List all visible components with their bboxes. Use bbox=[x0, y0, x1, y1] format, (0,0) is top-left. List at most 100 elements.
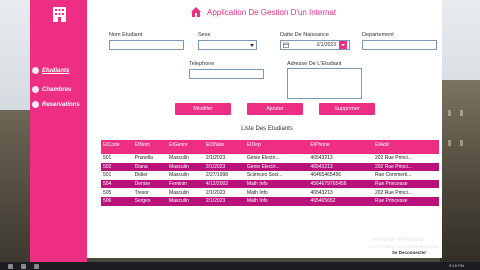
table-cell: 506 bbox=[101, 196, 133, 206]
column-header[interactable]: EtGenre bbox=[167, 140, 204, 150]
column-header[interactable]: EtCode bbox=[101, 140, 133, 150]
table-cell: 2/1/2023 bbox=[203, 188, 245, 197]
calendar-icon bbox=[32, 101, 39, 108]
table-cell: 505 bbox=[101, 188, 133, 197]
column-header[interactable]: EtDNais bbox=[203, 140, 245, 150]
table-cell: Rue Princesse bbox=[372, 179, 439, 189]
sidebar-item-etudiants[interactable]: Etudiants bbox=[32, 67, 69, 74]
table-cell: Masculin bbox=[167, 154, 204, 163]
table-cell: Masculin bbox=[167, 188, 204, 197]
header: Application De Gestion D'un Internat bbox=[190, 6, 336, 18]
building-icon bbox=[53, 7, 66, 22]
window-decoration bbox=[448, 140, 451, 146]
table-cell: Rue Princesse bbox=[372, 196, 439, 206]
sidebar-item-label: Etudiants bbox=[42, 67, 70, 74]
telephone-label: Telephone bbox=[189, 61, 215, 67]
table-cell: Genie Electri... bbox=[244, 154, 309, 163]
calendar-icon bbox=[283, 42, 289, 48]
table-cell: 465465652 bbox=[308, 196, 373, 206]
sidebar-item-label: Reservations bbox=[42, 101, 80, 108]
app-icon[interactable] bbox=[34, 263, 39, 269]
ajouter-button[interactable]: Ajouter bbox=[247, 103, 303, 115]
date-label: Datte De Naissance bbox=[280, 32, 329, 38]
table-cell: 46543213 bbox=[308, 188, 373, 197]
activation-watermark-sub: Go to Settings to activate Windows. bbox=[368, 244, 440, 249]
modifier-button[interactable]: Modifier bbox=[175, 103, 231, 115]
sexe-select[interactable] bbox=[198, 40, 257, 50]
sidebar-item-reservations[interactable]: Reservations bbox=[32, 101, 80, 108]
activation-watermark-title: Activate Windows bbox=[372, 236, 424, 243]
table-cell: Masculin bbox=[167, 196, 204, 206]
home-icon bbox=[191, 7, 201, 17]
table-row[interactable]: 501 Didier Masculin 2/27/1998 Sciences S… bbox=[101, 171, 439, 180]
date-picker[interactable]: 2/1/2023 bbox=[280, 40, 350, 50]
table-row[interactable]: 506 Serges Masculin 2/1/2023 Math Info 4… bbox=[101, 196, 439, 206]
departement-label: Departement bbox=[362, 32, 394, 38]
clock: 9:15 PM bbox=[449, 263, 464, 268]
column-header[interactable]: EtPhone bbox=[308, 140, 373, 150]
table-cell: 4564679765456 bbox=[308, 179, 373, 189]
table-cell: Tresor bbox=[132, 188, 168, 197]
table-cell: 501 bbox=[101, 171, 133, 180]
table-cell: Masculin bbox=[167, 171, 204, 180]
table-cell: 202 Rue Princi... bbox=[372, 188, 439, 197]
table-cell: 46543213 bbox=[308, 154, 373, 163]
disconnect-link[interactable]: Se Deconnecter bbox=[392, 250, 426, 255]
table-cell: 501 bbox=[101, 154, 133, 163]
table-cell: 2/27/1998 bbox=[203, 171, 245, 180]
column-header[interactable]: EtNom bbox=[132, 140, 168, 150]
bed-icon bbox=[32, 86, 39, 93]
table-cell: 4/12/2002 bbox=[203, 179, 245, 189]
page-title: Application De Gestion D'un Internat bbox=[207, 7, 337, 17]
table-row[interactable]: 505 Tresor Masculin 2/1/2023 Math Info 4… bbox=[101, 188, 439, 197]
adresse-textarea[interactable] bbox=[287, 68, 362, 99]
chevron-down-icon[interactable] bbox=[339, 41, 347, 49]
table-cell: Serges bbox=[132, 196, 168, 206]
students-table: EtCode EtNom EtGenre EtDNais EtDep EtPho… bbox=[101, 140, 439, 206]
table-cell: Math Info bbox=[244, 179, 309, 189]
departement-input[interactable] bbox=[362, 40, 437, 50]
window-decoration bbox=[448, 110, 451, 116]
list-title: Liste Des Etudiants bbox=[241, 126, 293, 132]
table-cell: Sciences Soci... bbox=[244, 171, 309, 180]
user-icon bbox=[32, 67, 39, 74]
column-header[interactable]: EtAdd bbox=[372, 140, 439, 150]
table-cell: Genie Electri... bbox=[244, 162, 309, 172]
table-cell: Didier bbox=[132, 171, 168, 180]
table-cell: 46543213 bbox=[308, 162, 373, 172]
background-building-left bbox=[0, 110, 30, 270]
table-cell: 2/1/2023 bbox=[203, 162, 245, 172]
nom-input[interactable] bbox=[109, 40, 184, 50]
table-row[interactable]: 502 Diana Masculin 2/1/2023 Genie Electr… bbox=[101, 162, 439, 172]
table-cell: 2/1/2023 bbox=[203, 154, 245, 163]
table-cell: Feminin bbox=[167, 179, 204, 189]
table-header-row: EtCode EtNom EtGenre EtDNais EtDep EtPho… bbox=[101, 140, 439, 150]
start-icon[interactable] bbox=[8, 263, 13, 269]
supprimer-button[interactable]: Supprimer bbox=[319, 103, 375, 115]
table-cell: 46465465456 bbox=[308, 171, 373, 180]
table-cell: Masculin bbox=[167, 162, 204, 172]
table-row[interactable]: 504 Denise Feminin 4/12/2002 Math Info 4… bbox=[101, 179, 439, 189]
main-panel: Application De Gestion D'un Internat Nom… bbox=[87, 0, 442, 258]
table-cell: Prunella bbox=[132, 154, 168, 163]
table-cell: 502 bbox=[101, 162, 133, 172]
taskbar: 9:15 PM bbox=[0, 262, 480, 270]
table-cell: Denise bbox=[132, 179, 168, 189]
telephone-input[interactable] bbox=[189, 69, 264, 79]
table-row[interactable]: 501 Prunella Masculin 2/1/2023 Genie Ele… bbox=[101, 154, 439, 163]
table-cell: 2/1/2023 bbox=[203, 196, 245, 206]
search-icon[interactable] bbox=[21, 263, 26, 269]
adresse-label: Adresse De L'Etudiant bbox=[287, 61, 342, 67]
window-decoration bbox=[460, 140, 463, 146]
table-cell: 202 Rue Princi... bbox=[372, 154, 439, 163]
sidebar: Etudiants Chambres Reservations bbox=[30, 0, 87, 262]
table-cell: Math Info bbox=[244, 196, 309, 206]
date-value: 2/1/2023 bbox=[316, 42, 336, 48]
table-cell: Rue Commerti... bbox=[372, 171, 439, 180]
background-building-right bbox=[440, 80, 480, 270]
sidebar-item-chambres[interactable]: Chambres bbox=[32, 86, 71, 93]
column-header[interactable]: EtDep bbox=[244, 140, 309, 150]
sexe-label: Sexe bbox=[198, 32, 211, 38]
nom-label: Nom Etudiant bbox=[109, 32, 143, 38]
sidebar-item-label: Chambres bbox=[42, 86, 72, 93]
